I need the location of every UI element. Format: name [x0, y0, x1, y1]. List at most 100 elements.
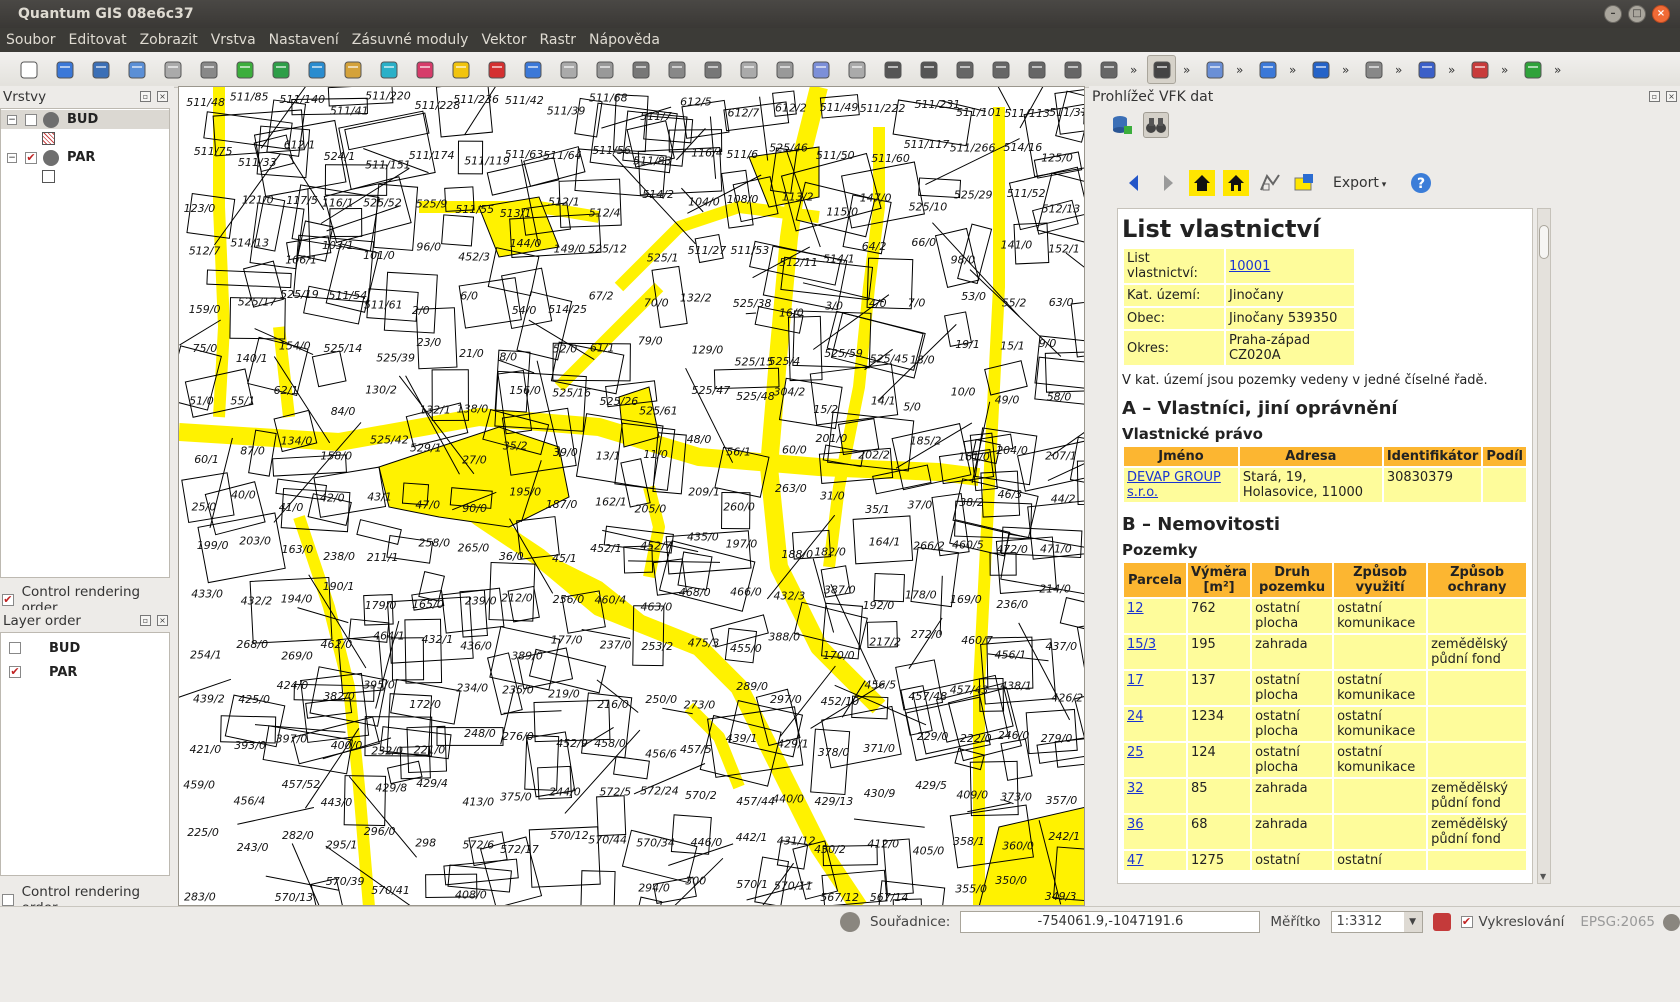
export-menu-button[interactable]: Export ▾ — [1333, 175, 1386, 191]
menu-zasuvne-moduly[interactable]: Zásuvné moduly — [352, 32, 469, 48]
help-icon[interactable]: ? — [1408, 170, 1434, 196]
toolbar-overflow-icon[interactable]: » — [1501, 63, 1511, 77]
cadastral-map[interactable]: 511/48 511/85 511/140511/41511/220511/2285… — [179, 87, 1085, 906]
cut-icon[interactable] — [770, 55, 799, 84]
close-panel-icon[interactable]: × — [1666, 91, 1677, 102]
delete-part-icon[interactable] — [1094, 55, 1123, 84]
open-project-icon[interactable] — [50, 55, 79, 84]
add-postgis-icon[interactable] — [302, 55, 331, 84]
checkbox[interactable]: ✔ — [9, 666, 21, 678]
maximize-button[interactable]: □ — [1628, 5, 1646, 23]
new-shapefile-icon[interactable] — [446, 55, 475, 84]
close-panel-icon[interactable]: × — [157, 91, 168, 102]
collapse-icon[interactable]: − — [7, 152, 17, 163]
toolbar-overflow-icon[interactable]: » — [1554, 63, 1564, 77]
remove-layer-icon[interactable] — [482, 55, 511, 84]
minimize-button[interactable]: – — [1604, 5, 1622, 23]
crs-label[interactable]: EPSG:2065 — [1580, 914, 1655, 930]
toolbar-overflow-icon[interactable]: » — [1448, 63, 1458, 77]
menu-napoveda[interactable]: Nápověda — [589, 32, 660, 48]
parcel-link[interactable]: 25 — [1127, 745, 1144, 760]
add-part-icon[interactable] — [1022, 55, 1051, 84]
spellcheck-icon[interactable] — [1412, 55, 1441, 84]
checkbox[interactable]: ✔ — [2, 594, 14, 606]
identify-icon[interactable] — [1200, 55, 1229, 84]
close-button[interactable]: × — [1652, 5, 1670, 23]
select-icon[interactable] — [1306, 55, 1335, 84]
plugin-icon[interactable] — [1518, 55, 1547, 84]
chevron-down-icon[interactable]: ▼ — [1403, 912, 1422, 932]
add-wms-icon[interactable] — [374, 55, 403, 84]
checkbox[interactable] — [9, 642, 21, 654]
close-panel-icon[interactable]: × — [157, 615, 168, 626]
save-as-icon[interactable] — [122, 55, 151, 84]
forward-arrow-icon[interactable] — [1155, 170, 1181, 196]
new-project-icon[interactable] — [14, 55, 43, 84]
measure-icon[interactable] — [1253, 55, 1282, 84]
checkbox[interactable] — [2, 894, 14, 906]
table-icon[interactable] — [518, 55, 547, 84]
add-vector-icon[interactable] — [230, 55, 259, 84]
redo-icon[interactable] — [914, 55, 943, 84]
add-spatialite-icon[interactable] — [338, 55, 367, 84]
toolbar-overflow-icon[interactable]: » — [1289, 63, 1299, 77]
scroll-thumb[interactable] — [1539, 225, 1549, 259]
menu-nastaveni[interactable]: Nastavení — [269, 32, 339, 48]
float-panel-icon[interactable]: ▫ — [1649, 91, 1660, 102]
toolbar-overflow-icon[interactable]: » — [1395, 63, 1405, 77]
back-arrow-icon[interactable] — [1121, 170, 1147, 196]
owner-link[interactable]: DEVAP GROUP s.r.o. — [1127, 470, 1221, 500]
map-canvas[interactable]: 511/48 511/85 511/140 511/41 511/220 511/228 5… — [178, 86, 1085, 906]
toolbar-overflow-icon[interactable]: » — [1342, 63, 1352, 77]
coordinate-field[interactable]: -754061.9,-1047191.6 — [960, 911, 1261, 933]
print-icon[interactable] — [194, 55, 223, 84]
document-scrollbar[interactable]: ▼ — [1537, 208, 1551, 884]
layer-row-bud[interactable]: − BUD — [1, 110, 169, 129]
add-ring-icon[interactable] — [986, 55, 1015, 84]
home-select-icon[interactable] — [1223, 170, 1249, 196]
layer-order-item-bud[interactable]: BUD — [1, 636, 169, 660]
delete-selected-icon[interactable] — [734, 55, 763, 84]
parcel-link[interactable]: 47 — [1127, 853, 1144, 868]
edit-pencil-icon[interactable] — [554, 55, 583, 84]
delete-ring-icon[interactable] — [1058, 55, 1087, 84]
parcel-network-icon[interactable] — [1257, 170, 1283, 196]
float-panel-icon[interactable]: ▫ — [140, 615, 151, 626]
parcel-link[interactable]: 12 — [1127, 601, 1144, 616]
render-messages-icon[interactable] — [840, 912, 860, 932]
copy-icon[interactable] — [806, 55, 835, 84]
move-feature-icon[interactable] — [662, 55, 691, 84]
save-edits-icon[interactable] — [590, 55, 619, 84]
menu-vrstva[interactable]: Vrstva — [211, 32, 256, 48]
add-raster-icon[interactable] — [266, 55, 295, 84]
toolbar-overflow-icon[interactable]: » — [1236, 63, 1246, 77]
toolbar-overflow-icon[interactable]: » — [1130, 63, 1140, 77]
save-project-icon[interactable] — [86, 55, 115, 84]
layer-row-par[interactable]: − ✔ PAR — [1, 148, 169, 167]
layer-visibility-checkbox[interactable]: ✔ — [25, 151, 37, 164]
load-database-icon[interactable] — [1109, 112, 1135, 138]
crs-globe-icon[interactable] — [1663, 913, 1680, 931]
render-checkbox[interactable]: ✔ — [1460, 916, 1473, 928]
show-in-map-icon[interactable] — [1291, 170, 1317, 196]
menu-editovat[interactable]: Editovat — [69, 32, 127, 48]
layer-order-item-par[interactable]: ✔ PAR — [1, 660, 169, 684]
pan-hand-icon[interactable] — [1147, 55, 1176, 84]
menu-rastr[interactable]: Rastr — [539, 32, 576, 48]
layer-visibility-checkbox[interactable] — [25, 113, 37, 126]
float-panel-icon[interactable]: ▫ — [140, 91, 151, 102]
toolbar-overflow-icon[interactable]: » — [1183, 63, 1193, 77]
home-icon[interactable] — [1189, 170, 1215, 196]
split-icon[interactable] — [1359, 55, 1388, 84]
paste-icon[interactable] — [842, 55, 871, 84]
menu-soubor[interactable]: Soubor — [6, 32, 56, 48]
lv-number-link[interactable]: 10001 — [1229, 259, 1270, 274]
scroll-down-icon[interactable]: ▼ — [1540, 872, 1546, 881]
add-wfs-icon[interactable] — [410, 55, 439, 84]
parcel-link[interactable]: 36 — [1127, 817, 1144, 832]
stop-render-icon[interactable] — [1432, 913, 1451, 931]
simplify-icon[interactable] — [950, 55, 979, 84]
parcel-link[interactable]: 32 — [1127, 781, 1144, 796]
menu-vektor[interactable]: Vektor — [481, 32, 526, 48]
undo-icon[interactable] — [878, 55, 907, 84]
